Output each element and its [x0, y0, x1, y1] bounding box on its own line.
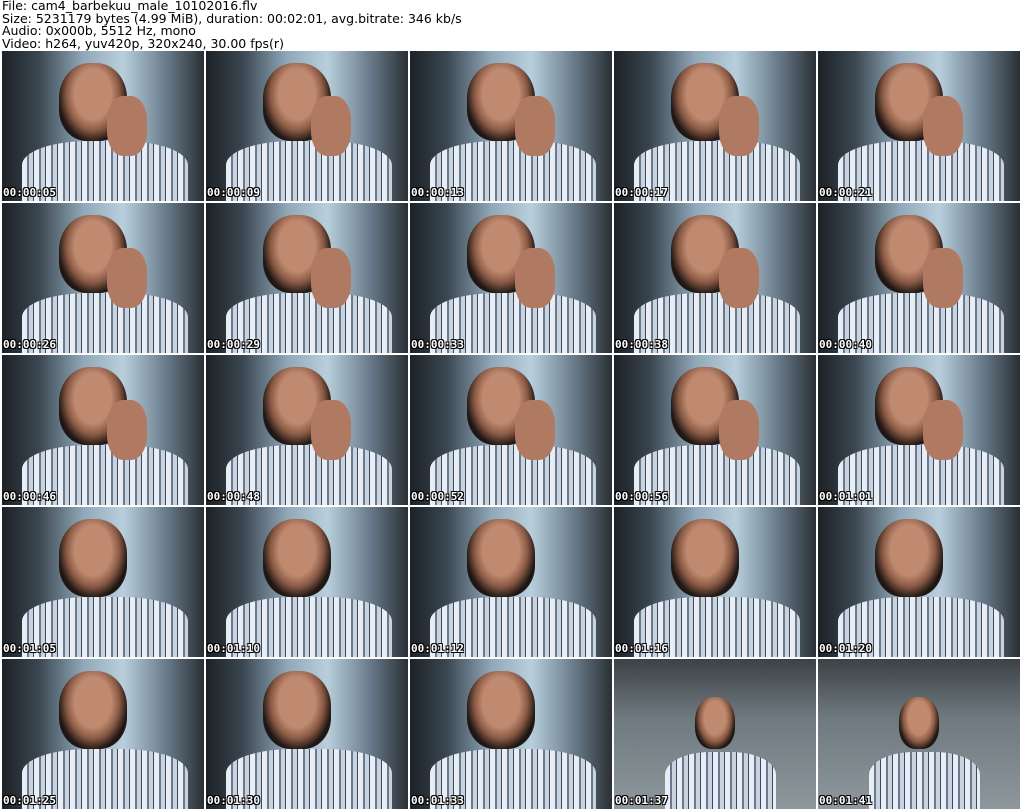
frame-hand [107, 248, 148, 308]
timestamp-label: 00:01:37 [615, 794, 668, 807]
frame-head [694, 696, 736, 749]
timestamp-label: 00:01:16 [615, 642, 668, 655]
video-thumbnail: 00:00:29 [206, 203, 408, 353]
timestamp-label: 00:00:48 [207, 490, 260, 503]
timestamp-label: 00:00:26 [3, 338, 56, 351]
frame-shirt [868, 752, 980, 809]
frame-hand [923, 248, 964, 308]
video-thumbnail: 00:00:17 [614, 51, 816, 201]
timestamp-label: 00:01:05 [3, 642, 56, 655]
frame-head [262, 519, 332, 597]
video-thumbnail: 00:00:52 [410, 355, 612, 505]
frame-hand [719, 96, 760, 156]
frame-head [262, 671, 332, 749]
frame-hand [515, 96, 556, 156]
timestamp-label: 00:00:33 [411, 338, 464, 351]
timestamp-label: 00:00:29 [207, 338, 260, 351]
video-thumbnail: 00:01:30 [206, 659, 408, 809]
video-thumbnail: 00:01:37 [614, 659, 816, 809]
video-thumbnail: 00:01:20 [818, 507, 1020, 657]
video-thumbnail: 00:00:05 [2, 51, 204, 201]
frame-head [58, 671, 128, 749]
timestamp-label: 00:01:25 [3, 794, 56, 807]
frame-head [898, 696, 940, 749]
video-thumbnail: 00:01:01 [818, 355, 1020, 505]
timestamp-label: 00:01:10 [207, 642, 260, 655]
video-thumbnail: 00:01:25 [2, 659, 204, 809]
video-thumbnail: 00:00:13 [410, 51, 612, 201]
timestamp-label: 00:01:30 [207, 794, 260, 807]
frame-hand [311, 96, 352, 156]
frame-head [670, 519, 740, 597]
timestamp-label: 00:00:46 [3, 490, 56, 503]
frame-hand [719, 248, 760, 308]
frame-hand [923, 96, 964, 156]
frame-hand [515, 248, 556, 308]
timestamp-label: 00:00:38 [615, 338, 668, 351]
video-thumbnail: 00:00:56 [614, 355, 816, 505]
frame-hand [107, 400, 148, 460]
video-thumbnail: 00:01:05 [2, 507, 204, 657]
frame-head [874, 519, 944, 597]
video-thumbnail: 00:00:38 [614, 203, 816, 353]
video-thumbnail: 00:01:41 [818, 659, 1020, 809]
video-thumbnail: 00:00:46 [2, 355, 204, 505]
frame-hand [311, 400, 352, 460]
video-thumbnail: 00:01:10 [206, 507, 408, 657]
frame-hand [515, 400, 556, 460]
video-info: Video: h264, yuv420p, 320x240, 30.00 fps… [2, 35, 284, 51]
video-thumbnail: 00:00:48 [206, 355, 408, 505]
timestamp-label: 00:00:09 [207, 186, 260, 199]
file-info-header: File: cam4_barbekuu_male_10102016.flv Si… [2, 0, 462, 50]
frame-hand [107, 96, 148, 156]
timestamp-label: 00:00:56 [615, 490, 668, 503]
timestamp-label: 00:00:40 [819, 338, 872, 351]
timestamp-label: 00:00:13 [411, 186, 464, 199]
timestamp-label: 00:01:41 [819, 794, 872, 807]
frame-hand [923, 400, 964, 460]
video-thumbnail: 00:00:09 [206, 51, 408, 201]
frame-head [466, 519, 536, 597]
video-thumbnail: 00:01:12 [410, 507, 612, 657]
video-thumbnail: 00:01:33 [410, 659, 612, 809]
thumbnail-grid: 00:00:05 00:00:09 00:00:13 00:00:17 00:00:21… [2, 51, 1020, 809]
frame-shirt [664, 752, 776, 809]
video-thumbnail: 00:00:33 [410, 203, 612, 353]
timestamp-label: 00:01:20 [819, 642, 872, 655]
video-thumbnail: 00:00:21 [818, 51, 1020, 201]
video-thumbnail: 00:01:16 [614, 507, 816, 657]
frame-head [466, 671, 536, 749]
timestamp-label: 00:00:21 [819, 186, 872, 199]
video-thumbnail: 00:00:26 [2, 203, 204, 353]
timestamp-label: 00:00:05 [3, 186, 56, 199]
timestamp-label: 00:01:33 [411, 794, 464, 807]
frame-hand [311, 248, 352, 308]
timestamp-label: 00:00:17 [615, 186, 668, 199]
frame-head [58, 519, 128, 597]
timestamp-label: 00:01:01 [819, 490, 872, 503]
frame-hand [719, 400, 760, 460]
timestamp-label: 00:00:52 [411, 490, 464, 503]
video-thumbnail: 00:00:40 [818, 203, 1020, 353]
timestamp-label: 00:01:12 [411, 642, 464, 655]
